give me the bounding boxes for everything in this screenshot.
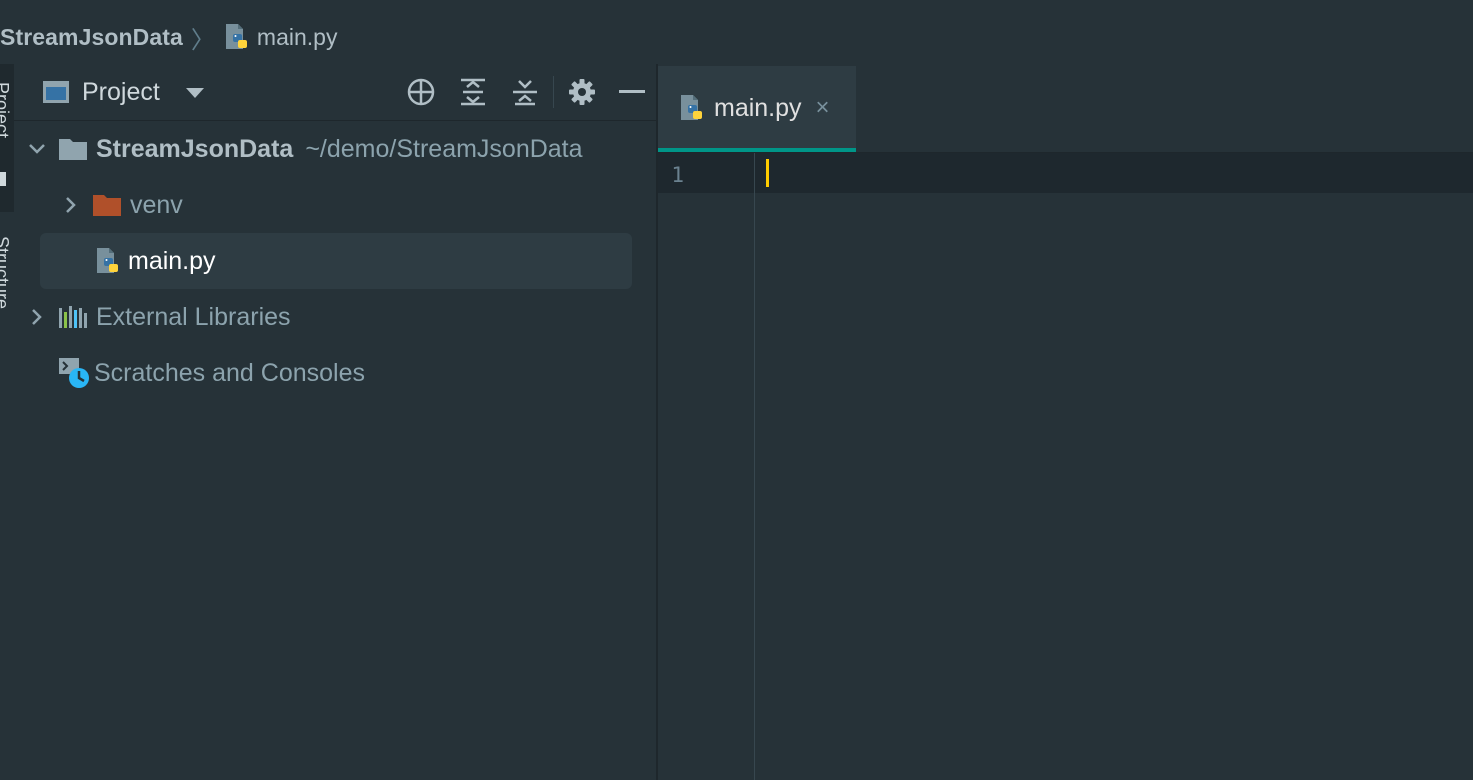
tree-item-scratches[interactable]: Scratches and Consoles bbox=[14, 345, 656, 401]
active-tab-indicator bbox=[658, 148, 856, 152]
breadcrumb-project[interactable]: StreamJsonData bbox=[0, 24, 183, 51]
project-panel-title: Project bbox=[82, 77, 160, 106]
close-icon[interactable]: × bbox=[816, 94, 830, 122]
chevron-down-icon[interactable] bbox=[26, 143, 48, 155]
editor-tab-bar: main.py × bbox=[658, 64, 1473, 153]
tree-item-label: main.py bbox=[128, 246, 216, 275]
python-file-icon bbox=[225, 24, 247, 49]
gear-icon[interactable] bbox=[556, 64, 608, 120]
project-tool-tab-icon bbox=[0, 172, 6, 186]
tree-item-path: ~/demo/StreamJsonData bbox=[305, 134, 583, 163]
structure-tool-tab[interactable]: Structure bbox=[0, 236, 12, 422]
folder-icon bbox=[59, 139, 87, 160]
editor-gutter: 1 bbox=[658, 153, 755, 780]
chevron-right-icon[interactable] bbox=[60, 196, 82, 214]
tree-item-label: venv bbox=[130, 190, 183, 219]
chevron-right-icon[interactable] bbox=[26, 308, 48, 326]
project-tool-tab[interactable]: Project bbox=[0, 64, 14, 212]
text-caret bbox=[766, 159, 769, 187]
tree-item-external-libraries[interactable]: External Libraries bbox=[14, 289, 656, 345]
tree-item-label: StreamJsonData bbox=[96, 134, 294, 163]
project-tool-tab-label: Project bbox=[0, 82, 12, 139]
tree-item-label: External Libraries bbox=[96, 302, 291, 331]
breadcrumb-separator: 〉 bbox=[190, 26, 215, 54]
project-panel: Project StreamJsonData ~/demo/StreamJson… bbox=[14, 64, 656, 780]
project-panel-toolbar bbox=[395, 64, 656, 120]
python-file-icon bbox=[681, 95, 702, 120]
breadcrumb-file[interactable]: main.py bbox=[223, 22, 338, 52]
project-view-selector[interactable]: Project bbox=[42, 78, 204, 107]
folder-icon bbox=[93, 195, 121, 216]
tree-item-label: Scratches and Consoles bbox=[94, 358, 365, 387]
locate-icon[interactable] bbox=[395, 64, 447, 120]
editor-tab-main-py[interactable]: main.py × bbox=[658, 66, 856, 152]
libraries-icon bbox=[59, 306, 87, 328]
chevron-down-icon[interactable] bbox=[185, 88, 204, 98]
breadcrumb-file-label: main.py bbox=[256, 23, 338, 50]
project-view-icon bbox=[43, 81, 69, 103]
current-line-highlight[interactable] bbox=[755, 153, 1473, 193]
editor-tab-label: main.py bbox=[714, 93, 802, 122]
editor-area: main.py × 1 bbox=[658, 64, 1473, 780]
collapse-all-icon[interactable] bbox=[499, 64, 551, 120]
navigation-bar: StreamJsonData 〉 main.py bbox=[0, 0, 1473, 64]
toolbar-divider bbox=[553, 76, 554, 108]
tree-item-main-py[interactable]: main.py bbox=[14, 233, 656, 289]
project-panel-header: Project bbox=[14, 64, 656, 121]
hide-icon[interactable] bbox=[608, 64, 656, 120]
project-tree: StreamJsonData ~/demo/StreamJsonData ven… bbox=[14, 121, 656, 401]
tool-window-stripe: Project Structure bbox=[0, 64, 14, 780]
expand-all-icon[interactable] bbox=[447, 64, 499, 120]
tree-item-venv[interactable]: venv bbox=[14, 177, 656, 233]
python-file-icon bbox=[97, 248, 118, 273]
scratches-icon bbox=[59, 358, 89, 388]
tree-item-project-root[interactable]: StreamJsonData ~/demo/StreamJsonData bbox=[14, 121, 656, 177]
line-number: 1 bbox=[671, 163, 684, 187]
